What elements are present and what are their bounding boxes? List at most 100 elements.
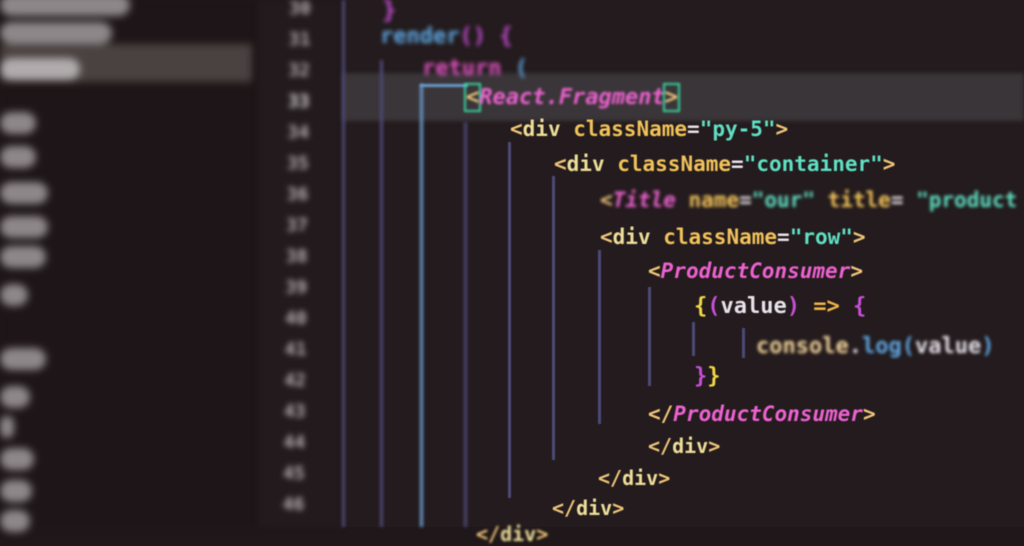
code-line[interactable]: </div>	[598, 466, 670, 490]
code-token: div	[500, 522, 537, 546]
code-line[interactable]: return (	[422, 56, 528, 81]
code-line[interactable]: </ProductConsumer>	[648, 402, 876, 426]
code-token: title	[814, 188, 891, 212]
code-token: div	[576, 496, 613, 520]
sidebar-file-item[interactable]	[0, 0, 130, 16]
code-token: }	[707, 364, 721, 389]
code-token: =>	[799, 294, 853, 319]
line-number: 31	[288, 29, 311, 50]
code-token: >	[708, 434, 721, 458]
line-number: 46	[282, 494, 305, 515]
code-token: div	[566, 152, 605, 176]
code-token: )	[981, 334, 995, 359]
line-number: 40	[285, 308, 307, 329]
sidebar-file-item[interactable]	[0, 146, 36, 168]
code-token: "our"	[751, 188, 815, 212]
code-token: <	[554, 152, 567, 176]
code-token: div	[622, 466, 659, 490]
line-number: 36	[286, 184, 309, 205]
sidebar-file-item[interactable]	[0, 216, 48, 238]
code-token: <	[648, 259, 661, 283]
line-number: 32	[288, 60, 311, 81]
sidebar-file-item[interactable]	[0, 246, 46, 268]
indent-guide	[598, 250, 601, 424]
code-token: className	[650, 225, 778, 249]
sidebar-file-item[interactable]	[0, 182, 48, 204]
indent-guide	[508, 142, 511, 498]
line-number-gutter: 30 31 32 33 34 35 36 37 38 39 40 41 42 43 44 45 46	[258, 0, 342, 527]
matched-bracket: >	[662, 83, 680, 112]
code-token: ProductConsumer	[673, 402, 863, 426]
code-token: }	[382, 0, 397, 24]
code-token: <	[600, 188, 613, 212]
code-token: div	[672, 434, 709, 458]
code-line[interactable]: }	[382, 0, 396, 24]
code-line[interactable]: {(value) => {	[694, 294, 866, 319]
indent-guide	[552, 176, 555, 460]
line-number: 34	[287, 122, 310, 143]
code-line[interactable]: <React.Fragment>	[463, 83, 680, 112]
line-number: 44	[283, 432, 306, 453]
code-token: </	[598, 466, 623, 490]
code-token: render	[380, 24, 460, 49]
sidebar-file-item[interactable]	[0, 386, 30, 408]
code-line[interactable]: <div className="row">	[600, 225, 866, 249]
code-token: {	[485, 24, 513, 49]
sidebar-file-item[interactable]	[0, 112, 36, 134]
line-number: 41	[284, 339, 307, 360]
matched-bracket: <	[463, 83, 482, 112]
code-line[interactable]: <Title name="our" title= "product	[600, 188, 1017, 212]
code-token: ProductConsumer	[660, 259, 851, 283]
code-token: "row"	[789, 225, 853, 249]
code-token: =	[731, 152, 744, 176]
line-number: 42	[284, 370, 307, 391]
sidebar-file-item[interactable]	[0, 22, 112, 44]
code-line[interactable]: <div className="container">	[554, 152, 895, 176]
code-line[interactable]: console.log(value)	[756, 334, 994, 359]
sidebar-file-item[interactable]	[0, 284, 28, 306]
code-token: =	[890, 188, 917, 212]
code-token: React.Fragment	[479, 85, 665, 110]
sidebar-file-item[interactable]	[0, 480, 32, 502]
code-line[interactable]: }}	[694, 364, 721, 389]
indent-guide	[342, 0, 345, 527]
code-token: Title	[612, 188, 676, 212]
code-token: console	[756, 334, 849, 359]
sidebar-file-item[interactable]	[0, 348, 46, 370]
code-token: >	[882, 152, 896, 176]
code-line[interactable]: render() {	[380, 24, 512, 49]
code-editor[interactable]: } render() {return (<React.Fragment> <div …	[342, 0, 1024, 546]
code-token: >	[862, 402, 876, 426]
code-token: "py-5"	[699, 117, 776, 141]
sidebar-file-item[interactable]	[0, 448, 34, 470]
code-token: </	[552, 496, 577, 520]
code-token: name	[675, 188, 740, 212]
sidebar-file-item[interactable]	[0, 58, 80, 80]
code-line[interactable]: <ProductConsumer>	[648, 259, 863, 283]
code-token: </	[648, 402, 674, 426]
code-line[interactable]: </div>	[648, 434, 720, 458]
code-line[interactable]: </div>	[476, 522, 548, 546]
code-token: </	[476, 522, 501, 546]
code-token: >	[536, 522, 549, 546]
sidebar-file-item[interactable]	[0, 510, 30, 532]
code-token: >	[850, 259, 863, 283]
code-line[interactable]: <div className="py-5">	[510, 117, 788, 141]
code-token: }	[694, 364, 708, 389]
indent-guide	[420, 84, 423, 527]
code-token: "product	[916, 188, 1018, 212]
line-number: 33	[287, 91, 310, 112]
code-token: {	[852, 294, 867, 319]
code-token: div	[612, 225, 651, 249]
indent-guide	[380, 60, 383, 527]
line-number: 45	[283, 463, 305, 484]
bracket-match-connector	[420, 84, 468, 87]
code-line[interactable]: </div>	[552, 496, 624, 520]
code-token: .	[848, 334, 862, 359]
code-token: </	[648, 434, 673, 458]
code-token: =	[687, 117, 700, 141]
code-token: className	[560, 117, 688, 141]
code-token: >	[612, 496, 625, 520]
sidebar-file-item[interactable]	[0, 416, 14, 438]
code-token: "container"	[743, 152, 883, 176]
